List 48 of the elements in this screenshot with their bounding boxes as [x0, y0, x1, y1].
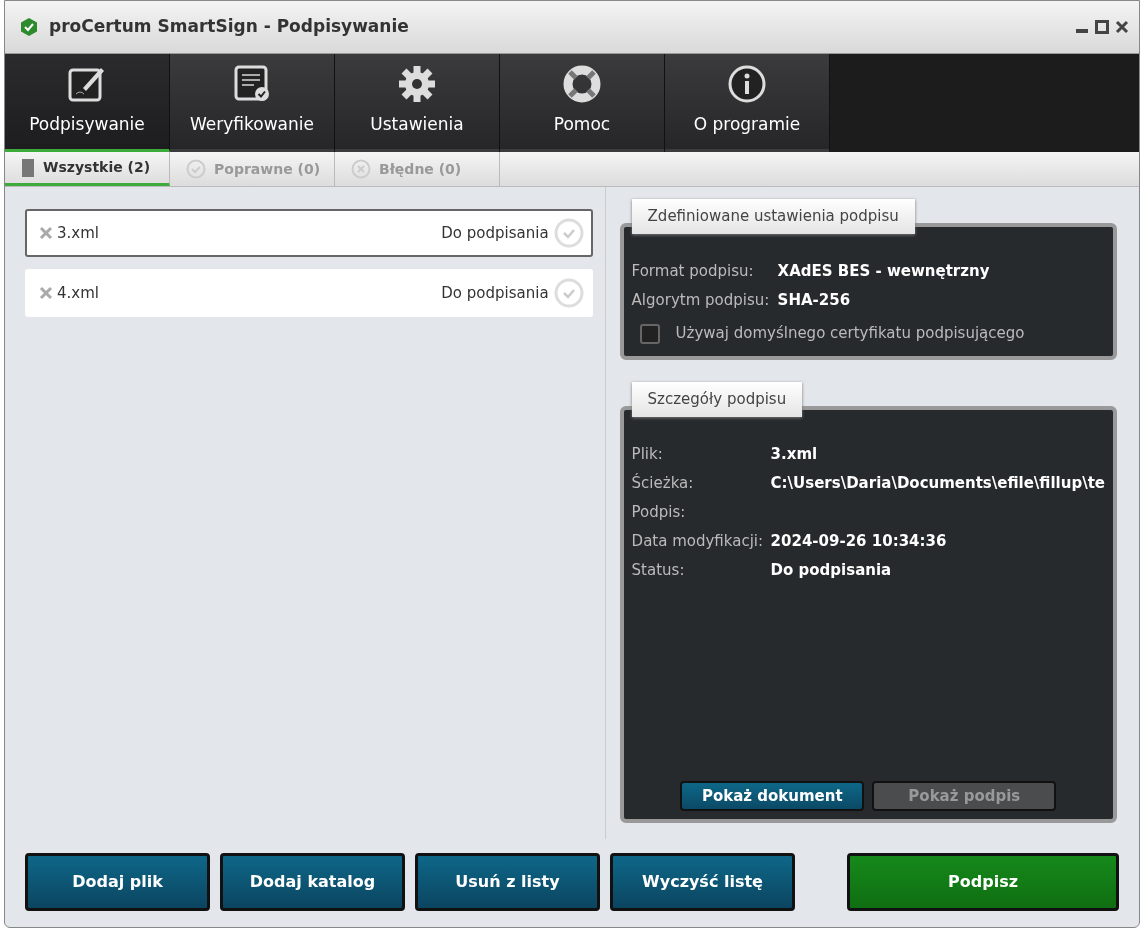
action-button[interactable]: Wyczyść listę	[610, 853, 795, 911]
toolbar-tab[interactable]: Ustawienia	[335, 54, 500, 152]
field-label: Data modyfikacji:	[631, 531, 765, 553]
check-circle-icon	[552, 277, 585, 309]
check-circle-icon	[186, 159, 206, 179]
field-label: Status:	[631, 560, 686, 582]
field-value: SHA-256	[777, 290, 851, 312]
field-label: Plik:	[631, 444, 664, 466]
checkbox-label: Używaj domyślnego certyfikatu podpisującego	[675, 323, 1025, 345]
action-button[interactable]: Usuń z listy	[415, 853, 600, 911]
lifebuoy-icon	[562, 63, 602, 104]
panel-title: Szczegóły podpisu	[631, 382, 803, 417]
check-circle-icon	[552, 217, 585, 249]
toolbar-tab[interactable]: Podpisywanie	[5, 54, 170, 152]
document-check-icon	[232, 63, 272, 104]
close-icon[interactable]	[1115, 20, 1129, 34]
window-title: proCertum SmartSign - Podpisywanie	[49, 15, 409, 39]
maximize-icon[interactable]	[1095, 20, 1109, 34]
action-button[interactable]: Dodaj plik	[25, 853, 210, 911]
file-row[interactable]: 3.xml Do podpisania	[25, 209, 593, 257]
field-label: Podpis:	[631, 502, 687, 524]
field-value: XAdES BES - wewnętrzny	[777, 261, 990, 283]
show-document-button[interactable]: Pokaż dokument	[680, 780, 865, 811]
action-button[interactable]: Dodaj katalog	[220, 853, 405, 911]
file-name: 3.xml	[57, 222, 99, 244]
checkbox[interactable]	[639, 323, 660, 344]
document-icon	[21, 157, 35, 178]
toolbar-tab[interactable]: Pomoc	[500, 54, 665, 152]
field-label: Format podpisu:	[631, 261, 755, 283]
file-row[interactable]: 4.xml Do podpisania	[25, 269, 593, 317]
file-name: 4.xml	[57, 282, 99, 304]
info-icon	[727, 63, 767, 104]
app-logo-icon	[19, 17, 39, 37]
field-label: Ścieżka:	[631, 472, 695, 495]
sign-button[interactable]: Podpisz	[847, 853, 1119, 911]
filter-tab[interactable]: Wszystkie (2)	[5, 152, 170, 186]
field-value: 3.xml	[770, 444, 818, 466]
file-status: Do podpisania	[441, 282, 549, 304]
field-label: Algorytm podpisu:	[631, 290, 771, 312]
toolbar-tab[interactable]: O programie	[665, 54, 830, 152]
field-value: 2024-09-26 10:34:36	[770, 531, 947, 553]
file-status: Do podpisania	[441, 222, 549, 244]
field-value: C:\Users\Daria\Documents\efile\fillup\te	[770, 473, 1105, 495]
panel-title: Zdefiniowane ustawienia podpisu	[631, 199, 915, 234]
gear-icon	[397, 63, 437, 104]
field-value: Do podpisania	[770, 560, 892, 582]
cross-circle-icon	[351, 159, 371, 179]
toolbar-tab[interactable]: Weryfikowanie	[170, 54, 335, 152]
